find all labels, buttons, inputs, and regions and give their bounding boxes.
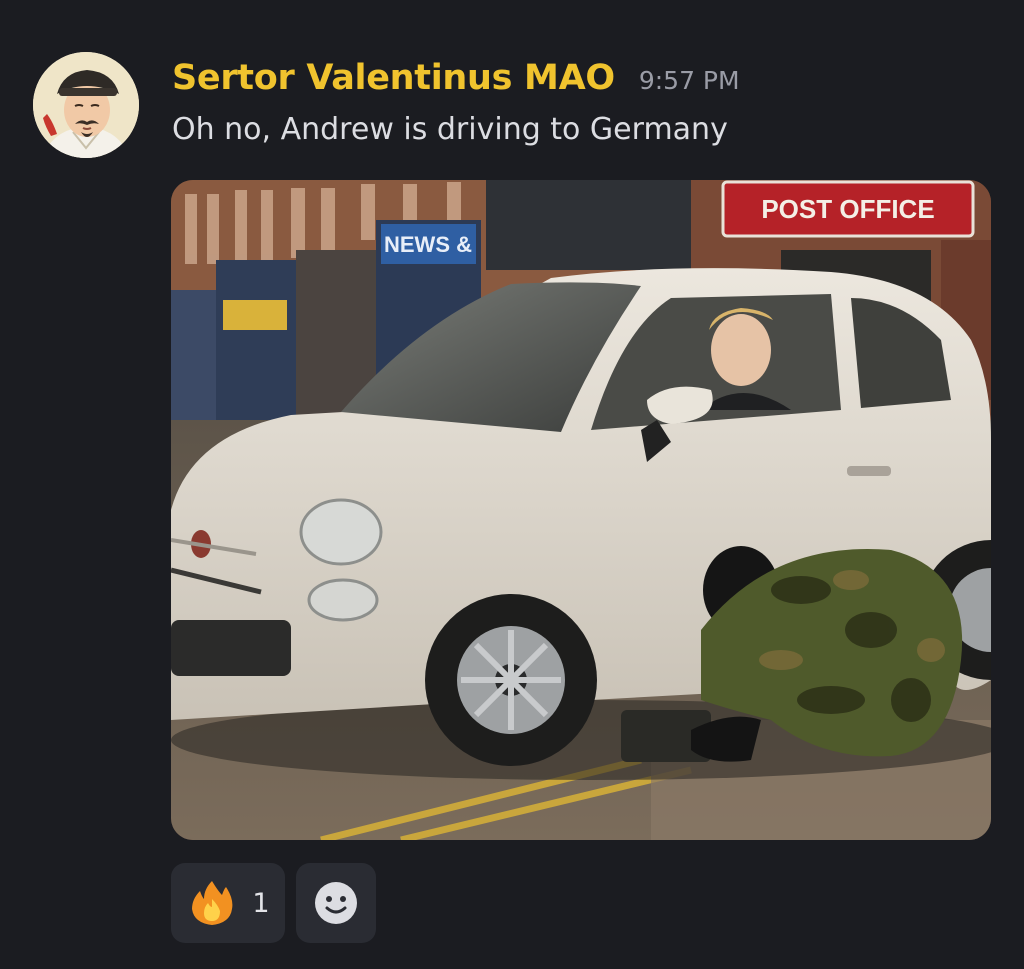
message-timestamp: 9:57 PM: [638, 66, 740, 95]
fire-reaction-button[interactable]: 1: [171, 863, 285, 943]
message-header: Sertor Valentinus MAO 9:57 PM: [172, 58, 740, 106]
fire-icon: [192, 881, 233, 925]
avatar-portrait-icon: [33, 52, 139, 158]
message-text: Oh no, Andrew is driving to Germany: [172, 112, 728, 147]
chat-message: Sertor Valentinus MAO 9:57 PM Oh no, And…: [0, 0, 1024, 969]
reaction-bar: 1: [171, 863, 376, 943]
news-shop-sign: NEWS &: [384, 232, 472, 257]
post-office-sign: POST OFFICE: [761, 194, 934, 224]
attachment-photo: NEWS & POST OFFICE: [171, 180, 991, 840]
add-reaction-icon: [315, 882, 357, 924]
image-attachment[interactable]: NEWS & POST OFFICE: [171, 180, 991, 840]
fire-reaction-count: 1: [252, 887, 270, 919]
author-name[interactable]: Sertor Valentinus MAO: [172, 58, 615, 98]
add-reaction-button[interactable]: [296, 863, 376, 943]
user-avatar[interactable]: [33, 52, 139, 158]
